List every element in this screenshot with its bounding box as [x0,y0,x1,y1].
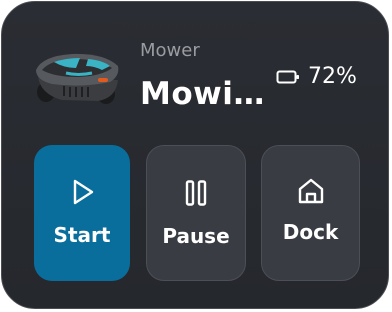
device-name: Mower [140,40,200,61]
dock-button[interactable]: Dock [261,145,360,281]
robot-mower-image [36,53,119,104]
device-status: Mowi… [140,76,265,112]
pause-label: Pause [162,224,230,248]
pause-icon [185,180,207,206]
pause-button[interactable]: Pause [146,145,246,281]
play-icon [73,179,94,205]
start-label: Start [53,223,111,247]
home-icon [298,178,323,204]
dock-label: Dock [282,220,339,244]
battery-indicator: 72% [276,64,357,89]
battery-level: 72% [308,64,357,89]
mower-card: Mower Mowi… 72% Start Pause Dock [1,1,389,309]
battery-icon [276,70,299,83]
start-button[interactable]: Start [34,145,130,281]
